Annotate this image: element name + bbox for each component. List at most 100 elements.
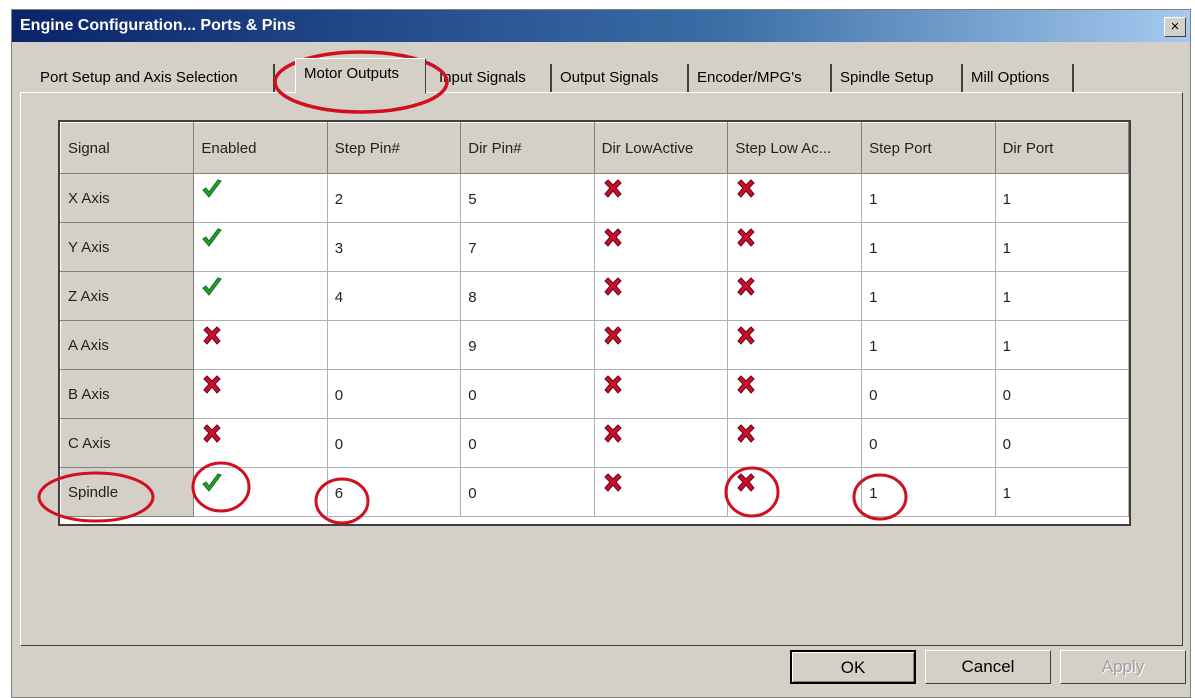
step-port-cell[interactable]: 1 — [861, 271, 996, 321]
dir-low-active-cell[interactable] — [593, 271, 729, 321]
red-x-icon — [737, 179, 756, 198]
dir-pin-cell[interactable]: 8 — [460, 271, 595, 321]
motor-outputs-grid: Signal Enabled Step Pin# Dir Pin# Dir Lo… — [58, 120, 1131, 526]
dir-low-active-cell[interactable] — [593, 467, 729, 517]
table-row[interactable]: Spindle 6 0 1 1 — [60, 467, 1129, 517]
apply-button[interactable]: Apply — [1060, 650, 1186, 684]
enabled-cell[interactable] — [193, 271, 328, 321]
signal-cell: Y Axis — [60, 222, 195, 272]
step-low-active-cell[interactable] — [727, 173, 863, 223]
step-pin-cell[interactable]: 3 — [326, 222, 462, 272]
col-header-dir-low-active: Dir LowActive — [593, 122, 729, 174]
red-x-icon — [737, 228, 756, 247]
signal-cell: A Axis — [60, 320, 195, 370]
table-row[interactable]: A Axis 9 1 1 — [60, 320, 1129, 370]
dir-pin-cell[interactable]: 0 — [460, 369, 595, 419]
table-row[interactable]: Z Axis 4 8 1 1 — [60, 271, 1129, 321]
tab-encoder-mpg[interactable]: Encoder/MPG's — [689, 64, 832, 92]
dir-pin-cell[interactable]: 0 — [460, 467, 595, 517]
red-x-icon — [737, 375, 756, 394]
red-x-icon — [603, 375, 622, 394]
red-x-icon — [737, 326, 756, 345]
table-row[interactable]: C Axis 0 0 0 0 — [60, 418, 1129, 468]
table-row[interactable]: Y Axis 3 7 1 1 — [60, 222, 1129, 272]
dir-port-cell[interactable]: 0 — [994, 418, 1129, 468]
window-title: Engine Configuration... Ports & Pins — [20, 17, 296, 34]
enabled-cell[interactable] — [193, 222, 328, 272]
green-check-icon — [202, 228, 223, 247]
tab-port-setup[interactable]: Port Setup and Axis Selection — [32, 64, 275, 92]
red-x-icon — [737, 473, 756, 492]
signal-cell: X Axis — [60, 173, 195, 223]
step-pin-cell[interactable]: 4 — [326, 271, 462, 321]
enabled-cell[interactable] — [193, 467, 328, 517]
cancel-button[interactable]: Cancel — [925, 650, 1051, 684]
step-pin-cell[interactable]: 0 — [326, 418, 462, 468]
dir-port-cell[interactable]: 1 — [994, 271, 1129, 321]
red-x-icon — [603, 424, 622, 443]
table-row[interactable]: X Axis 2 5 1 1 — [60, 173, 1129, 223]
col-header-enabled: Enabled — [193, 122, 328, 174]
tab-spindle-setup[interactable]: Spindle Setup — [832, 64, 963, 92]
enabled-cell[interactable] — [193, 369, 328, 419]
dir-port-cell[interactable]: 1 — [994, 173, 1129, 223]
dir-pin-cell[interactable]: 9 — [460, 320, 595, 370]
red-x-icon — [603, 326, 622, 345]
red-x-icon — [603, 179, 622, 198]
step-low-active-cell[interactable] — [727, 467, 863, 517]
dir-pin-cell[interactable]: 7 — [460, 222, 595, 272]
tab-motor-outputs[interactable]: Motor Outputs — [295, 58, 426, 94]
tab-mill-options[interactable]: Mill Options — [963, 64, 1074, 92]
step-pin-cell[interactable]: 2 — [326, 173, 462, 223]
tab-output-signals[interactable]: Output Signals — [552, 64, 689, 92]
green-check-icon — [202, 473, 223, 492]
step-port-cell[interactable]: 1 — [861, 320, 996, 370]
dir-low-active-cell[interactable] — [593, 222, 729, 272]
red-x-icon — [603, 228, 622, 247]
step-pin-cell[interactable] — [326, 320, 462, 370]
step-port-cell[interactable]: 1 — [861, 467, 996, 517]
red-x-icon — [603, 473, 622, 492]
step-port-cell[interactable]: 1 — [861, 222, 996, 272]
red-x-icon — [203, 375, 222, 394]
close-button[interactable]: × — [1164, 17, 1186, 37]
tab-input-signals[interactable]: Input Signals — [431, 64, 552, 92]
step-port-cell[interactable]: 0 — [861, 369, 996, 419]
ok-button[interactable]: OK — [790, 650, 916, 684]
step-low-active-cell[interactable] — [727, 271, 863, 321]
dir-low-active-cell[interactable] — [593, 320, 729, 370]
dir-low-active-cell[interactable] — [593, 173, 729, 223]
red-x-icon — [603, 277, 622, 296]
step-low-active-cell[interactable] — [727, 222, 863, 272]
step-low-active-cell[interactable] — [727, 320, 863, 370]
red-x-icon — [203, 326, 222, 345]
step-port-cell[interactable]: 1 — [861, 173, 996, 223]
step-pin-cell[interactable]: 0 — [326, 369, 462, 419]
step-low-active-cell[interactable] — [727, 369, 863, 419]
enabled-cell[interactable] — [193, 418, 328, 468]
dir-pin-cell[interactable]: 0 — [460, 418, 595, 468]
dir-port-cell[interactable]: 0 — [994, 369, 1129, 419]
step-low-active-cell[interactable] — [727, 418, 863, 468]
table-row[interactable]: B Axis 0 0 0 0 — [60, 369, 1129, 419]
green-check-icon — [202, 179, 223, 198]
dir-port-cell[interactable]: 1 — [994, 467, 1129, 517]
header-row: Signal Enabled Step Pin# Dir Pin# Dir Lo… — [60, 122, 1129, 174]
dir-pin-cell[interactable]: 5 — [460, 173, 595, 223]
col-header-step-pin: Step Pin# — [326, 122, 462, 174]
dir-low-active-cell[interactable] — [593, 418, 729, 468]
dir-port-cell[interactable]: 1 — [994, 222, 1129, 272]
signal-cell: B Axis — [60, 369, 195, 419]
enabled-cell[interactable] — [193, 173, 328, 223]
red-x-icon — [737, 424, 756, 443]
signal-cell: Spindle — [60, 467, 195, 517]
signal-cell: Z Axis — [60, 271, 195, 321]
step-port-cell[interactable]: 0 — [861, 418, 996, 468]
dir-low-active-cell[interactable] — [593, 369, 729, 419]
col-header-dir-pin: Dir Pin# — [460, 122, 595, 174]
step-pin-cell[interactable]: 6 — [326, 467, 462, 517]
title-bar[interactable]: Engine Configuration... Ports & Pins × — [12, 10, 1190, 42]
enabled-cell[interactable] — [193, 320, 328, 370]
col-header-step-port: Step Port — [861, 122, 996, 174]
dir-port-cell[interactable]: 1 — [994, 320, 1129, 370]
